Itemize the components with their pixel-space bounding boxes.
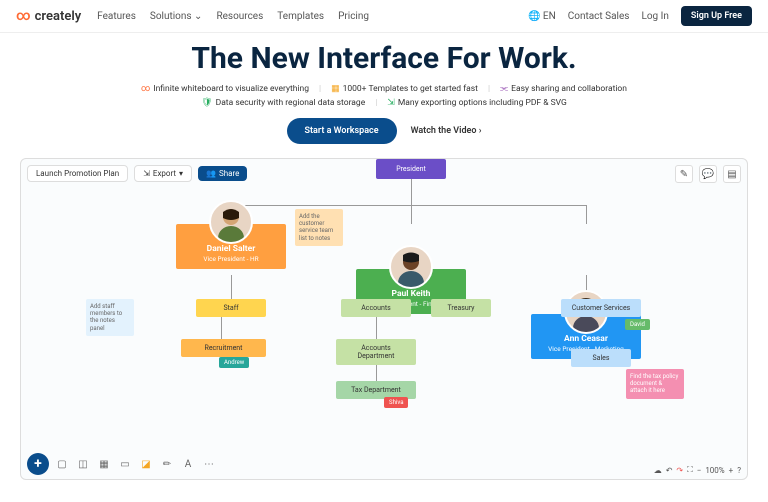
undo-icon[interactable]: ↶: [666, 466, 673, 475]
diagram-canvas[interactable]: Launch Promotion Plan ⇲ Export ▾ 👥 Share…: [20, 158, 748, 480]
zoom-in-icon[interactable]: +: [729, 466, 734, 475]
login-link[interactable]: Log In: [641, 11, 668, 22]
share-button[interactable]: 👥 Share: [198, 166, 247, 181]
chevron-down-icon: ▾: [179, 169, 183, 178]
logo[interactable]: ∞creately: [16, 8, 81, 24]
org-node-sales[interactable]: Sales: [571, 349, 631, 367]
zoom-out-icon[interactable]: −: [697, 466, 702, 475]
layers-icon[interactable]: ▤: [723, 165, 741, 183]
share-icon: ⫘: [500, 84, 508, 94]
more-icon[interactable]: ⋯: [201, 456, 217, 472]
org-node-accounts-dept[interactable]: Accounts Department: [336, 339, 416, 365]
avatar: [389, 245, 433, 289]
org-node-vp-hr[interactable]: Daniel Salter Vice President - HR: [176, 224, 286, 269]
hero-title: The New Interface For Work.: [0, 41, 768, 76]
infinity-icon: ∞: [141, 84, 150, 94]
help-icon[interactable]: ?: [737, 466, 741, 475]
template-icon: ▦: [331, 84, 340, 94]
sticky-note[interactable]: Find the tax policy document & attach it…: [626, 369, 684, 399]
nav-features[interactable]: Features: [97, 11, 136, 22]
nav-solutions[interactable]: Solutions ⌄: [150, 11, 203, 22]
sticky-note[interactable]: Add staff members to the notes panel: [86, 299, 134, 336]
shield-icon: 🛡: [201, 98, 212, 108]
share-icon: 👥: [206, 169, 216, 178]
frame-icon[interactable]: ▭: [117, 456, 133, 472]
table-icon[interactable]: ▦: [96, 456, 112, 472]
text-icon[interactable]: A: [180, 456, 196, 472]
document-title[interactable]: Launch Promotion Plan: [27, 165, 128, 182]
fit-icon[interactable]: ⛶: [687, 465, 693, 475]
org-node-staff[interactable]: Staff: [196, 299, 266, 317]
feature-text: Data security with regional data storage: [216, 98, 366, 108]
hero-section: The New Interface For Work. ∞Infinite wh…: [0, 33, 768, 158]
feature-text: 1000+ Templates to get started fast: [343, 84, 478, 94]
redo-icon[interactable]: ↷: [676, 466, 683, 475]
note-icon[interactable]: ▢: [54, 456, 70, 472]
chevron-right-icon: ›: [479, 126, 482, 136]
add-button[interactable]: +: [27, 453, 49, 475]
shape-icon[interactable]: ◫: [75, 456, 91, 472]
logo-icon: ∞: [16, 8, 31, 24]
nav-resources[interactable]: Resources: [216, 11, 263, 22]
edit-icon[interactable]: ✎: [675, 165, 693, 183]
feature-text: Many exporting options including PDF & S…: [398, 98, 567, 108]
org-node-recruitment[interactable]: Recruitment: [181, 339, 266, 357]
globe-icon: 🌐: [528, 11, 540, 22]
export-button[interactable]: ⇲ Export ▾: [134, 165, 192, 182]
start-workspace-button[interactable]: Start a Workspace: [287, 118, 397, 144]
org-node-customer-services[interactable]: Customer Services: [561, 299, 641, 317]
avatar: [209, 200, 253, 244]
comment-icon[interactable]: 💬: [699, 165, 717, 183]
watch-video-link[interactable]: Watch the Video ›: [411, 126, 482, 136]
org-node-treasury[interactable]: Treasury: [431, 299, 491, 317]
person-name: Paul Keith: [360, 289, 462, 299]
signup-button[interactable]: Sign Up Free: [681, 6, 752, 26]
nav-pricing[interactable]: Pricing: [338, 11, 369, 22]
user-tag[interactable]: David: [625, 319, 650, 330]
user-tag[interactable]: Shiva: [384, 397, 408, 408]
sticky-note[interactable]: Add the customer service team list to no…: [295, 209, 343, 246]
language-selector[interactable]: 🌐 EN: [528, 11, 556, 22]
site-header: ∞creately Features Solutions ⌄ Resources…: [0, 0, 768, 33]
feature-text: Infinite whiteboard to visualize everyth…: [153, 84, 309, 94]
person-title: Vice President - HR: [180, 255, 282, 263]
person-name: Daniel Salter: [180, 244, 282, 254]
main-nav: Features Solutions ⌄ Resources Templates…: [97, 11, 369, 22]
cloud-icon[interactable]: ☁: [654, 466, 662, 475]
pen-icon[interactable]: ✏: [159, 456, 175, 472]
contact-sales-link[interactable]: Contact Sales: [568, 11, 630, 22]
person-name: Ann Ceasar: [535, 334, 637, 344]
chevron-down-icon: ⌄: [194, 11, 202, 22]
org-node-president[interactable]: President: [376, 159, 446, 179]
zoom-level[interactable]: 100%: [705, 466, 724, 475]
nav-templates[interactable]: Templates: [277, 11, 324, 22]
export-icon: ⇲: [387, 98, 395, 108]
user-tag[interactable]: Andrew: [219, 357, 249, 368]
export-icon: ⇲: [143, 169, 150, 178]
org-node-accounts[interactable]: Accounts: [341, 299, 411, 317]
feature-text: Easy sharing and collaboration: [511, 84, 627, 94]
sticky-icon[interactable]: ◪: [138, 456, 154, 472]
